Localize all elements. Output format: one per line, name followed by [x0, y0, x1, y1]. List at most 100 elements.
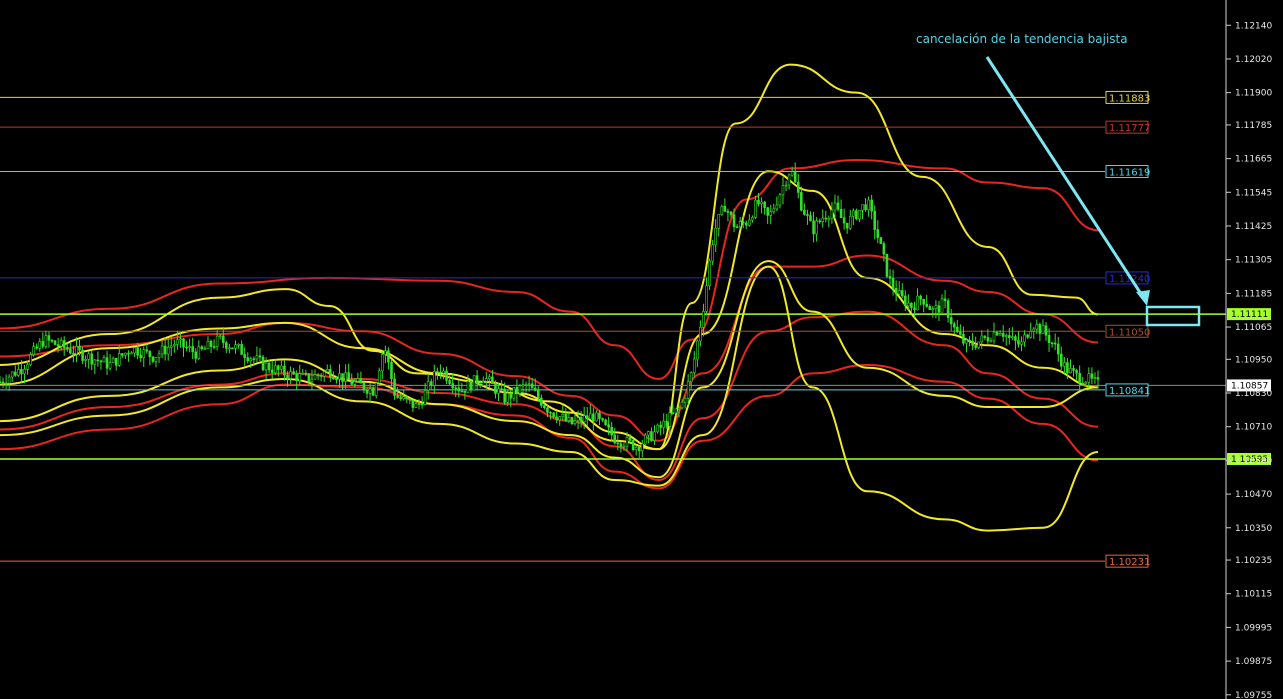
candle-body	[185, 346, 188, 349]
candle-body	[625, 437, 629, 447]
candle-body	[1032, 328, 1036, 332]
candle-body	[286, 374, 289, 379]
candle-body	[1093, 377, 1097, 379]
candle-body	[142, 349, 146, 359]
candle-body	[983, 335, 987, 338]
candle-body	[760, 201, 763, 205]
y-tick-label: 1.10590	[1235, 456, 1272, 466]
candle-body	[1096, 377, 1100, 380]
candle-body	[463, 390, 467, 393]
candle-body	[536, 390, 540, 399]
y-tick-label: 1.12020	[1235, 55, 1272, 65]
candle-body	[1008, 335, 1011, 338]
candle-body	[1066, 362, 1069, 374]
candle-body	[842, 217, 846, 224]
candle-body	[855, 210, 858, 220]
candle-body	[38, 341, 42, 349]
candle-body	[105, 357, 109, 369]
candle-body	[717, 214, 721, 229]
candle-body	[399, 397, 402, 399]
candle-body	[469, 380, 473, 391]
candle-body	[475, 375, 479, 384]
candle-body	[741, 221, 745, 224]
candle-body	[108, 362, 112, 369]
candle-body	[127, 352, 130, 355]
candle-body	[1029, 331, 1033, 338]
candle-body	[356, 378, 360, 382]
candle-body	[815, 220, 818, 235]
candle-body	[1072, 368, 1075, 371]
candle-body	[350, 379, 354, 385]
candle-body	[1004, 335, 1008, 337]
candle-body	[573, 420, 577, 425]
candle-body	[570, 417, 574, 425]
candle-body	[377, 370, 381, 384]
candle-body	[65, 347, 69, 350]
candle-body	[800, 192, 803, 211]
candle-body	[78, 345, 81, 351]
candle-body	[809, 215, 812, 222]
y-tick-label: 1.10235	[1235, 556, 1272, 566]
candle-body	[84, 358, 87, 361]
candle-body	[433, 371, 436, 386]
candle-body	[686, 381, 690, 399]
candle-body	[191, 346, 194, 353]
candle-body	[735, 226, 739, 229]
candle-body	[751, 217, 754, 221]
candle-body	[959, 331, 962, 335]
candle-body	[206, 340, 210, 350]
candle-body	[1056, 343, 1060, 355]
candle-body	[117, 353, 121, 366]
candle-body	[1011, 336, 1014, 338]
candle-body	[0, 381, 2, 384]
candle-body	[32, 346, 35, 355]
candle-body	[497, 388, 500, 394]
candle-body	[793, 171, 797, 183]
candle-body	[488, 376, 491, 379]
candle-body	[319, 375, 323, 377]
candle-body	[692, 358, 696, 373]
candle-body	[402, 396, 406, 399]
candle-body	[763, 201, 766, 208]
candle-body	[93, 359, 97, 365]
candle-body	[925, 303, 929, 307]
candle-body	[1090, 373, 1094, 379]
candle-body	[897, 290, 901, 295]
candle-body	[662, 420, 665, 428]
candle-body	[744, 222, 748, 226]
candle-body	[738, 221, 742, 228]
candle-body	[7, 376, 11, 384]
candle-body	[209, 340, 213, 347]
candle-body	[44, 335, 48, 347]
candle-body	[173, 344, 176, 347]
candle-body	[956, 326, 959, 333]
candle-body	[215, 335, 219, 347]
candle-body	[644, 434, 647, 445]
candle-body	[56, 344, 60, 347]
candle-body	[628, 437, 632, 441]
candle-body	[313, 374, 317, 380]
candle-body	[307, 373, 311, 382]
candle-body	[160, 345, 164, 355]
candle-body	[485, 378, 488, 382]
candle-body	[218, 335, 222, 338]
candle-body	[289, 371, 292, 379]
candle-body	[429, 381, 433, 386]
candle-body	[647, 431, 650, 436]
candle-body	[870, 199, 873, 212]
candle-body	[585, 415, 589, 420]
candle-body	[408, 398, 412, 401]
candle-body	[304, 372, 308, 375]
candle-body	[931, 308, 935, 311]
candle-body	[910, 302, 913, 308]
candle-body	[696, 340, 699, 360]
candle-body	[295, 373, 298, 382]
candle-body	[194, 351, 198, 359]
candle-body	[310, 378, 314, 382]
candle-body	[99, 360, 103, 363]
candle-body	[900, 290, 904, 297]
candle-body	[393, 378, 396, 396]
candle-body	[790, 171, 794, 176]
candle-body	[937, 305, 941, 313]
candle-body	[1069, 368, 1072, 374]
